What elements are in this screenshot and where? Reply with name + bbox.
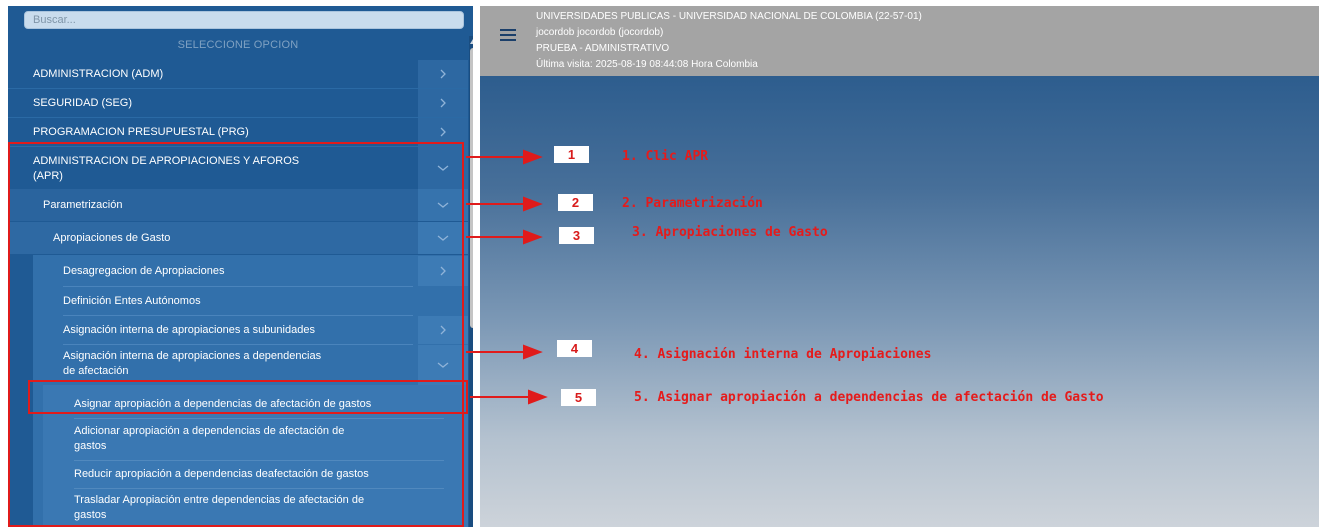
annotation-number: 5 xyxy=(561,389,596,406)
annotation-text: 3. Apropiaciones de Gasto xyxy=(632,225,828,240)
annotation-number: 1 xyxy=(554,146,589,163)
annotation-text: 4. Asignación interna de Apropiaciones xyxy=(634,347,932,362)
annotation-number: 4 xyxy=(557,340,592,357)
annotation-number: 2 xyxy=(558,194,593,211)
annotation-number: 3 xyxy=(559,227,594,244)
annotation-text: 2. Parametrización xyxy=(622,196,763,211)
annotation-text: 5. Asignar apropiación a dependencias de… xyxy=(634,390,1104,405)
annotation-arrows xyxy=(466,149,548,405)
annotation-text: 1. Clic APR xyxy=(622,149,709,164)
